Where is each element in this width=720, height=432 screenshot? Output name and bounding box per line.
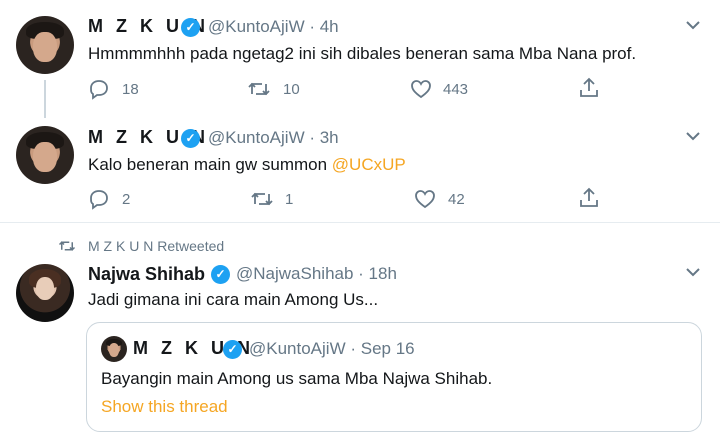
tweet-2[interactable]: M Z K U N ✓ @KuntoAjiW · 3h Kalo beneran… [0,118,720,222]
retweet-count: 1 [285,191,294,208]
handle-time[interactable]: @NajwaShihab · 18h [236,264,397,284]
tweet-text-body: Kalo beneran main gw summon [88,155,332,174]
verified-badge-icon: ✓ [223,340,242,359]
show-thread-link[interactable]: Show this thread [101,397,228,417]
avatar [101,336,127,362]
verified-badge-icon: ✓ [181,129,200,148]
avatar[interactable] [16,126,74,184]
share-icon[interactable] [578,77,600,99]
verified-badge-icon: ✓ [181,18,200,37]
tweet-text: Hmmmmhhh pada ngetag2 ini sih dibales be… [88,44,637,63]
quoted-tweet-card[interactable]: M Z K U N ✓ @KuntoAjiW · Sep 16 Bayangin… [86,322,702,432]
avatar[interactable] [16,16,74,74]
thread-connector-line [44,80,46,118]
retweeted-label: M Z K U N Retweeted [88,238,225,254]
display-name[interactable]: Najwa Shihab [88,264,205,285]
verified-badge-icon: ✓ [211,265,230,284]
retweet-icon[interactable] [247,78,271,100]
reply-count: 18 [122,81,139,98]
reply-icon[interactable] [88,78,110,100]
like-count: 42 [448,191,465,208]
quoted-handle-time: @KuntoAjiW · Sep 16 [249,339,415,358]
chevron-down-icon[interactable] [686,131,700,143]
reply-icon[interactable] [88,188,110,210]
share-icon[interactable] [578,187,600,209]
chevron-down-icon[interactable] [686,267,700,279]
handle-time[interactable]: @KuntoAjiW · 3h [208,128,339,148]
reply-count: 2 [122,191,131,208]
like-icon[interactable] [410,78,432,100]
chevron-down-icon[interactable] [686,20,700,32]
like-icon[interactable] [414,188,436,210]
retweet-icon [58,239,76,256]
tweet-text: Kalo beneran main gw summon @UCxUP [88,155,406,175]
tweet-1[interactable]: M Z K U N ✓ @KuntoAjiW · 4h Hmmmmhhh pad… [0,0,720,118]
mention-link[interactable]: @UCxUP [332,155,406,174]
retweet-icon[interactable] [250,188,274,210]
retweet-count: 10 [283,81,300,98]
handle-time[interactable]: @KuntoAjiW · 4h [208,17,339,37]
quoted-text: Bayangin main Among us sama Mba Najwa Sh… [101,369,493,388]
tweet-divider [0,222,720,223]
avatar[interactable] [16,264,74,322]
tweet-text: Jadi gimana ini cara main Among Us... [88,290,379,309]
like-count: 443 [443,81,469,98]
